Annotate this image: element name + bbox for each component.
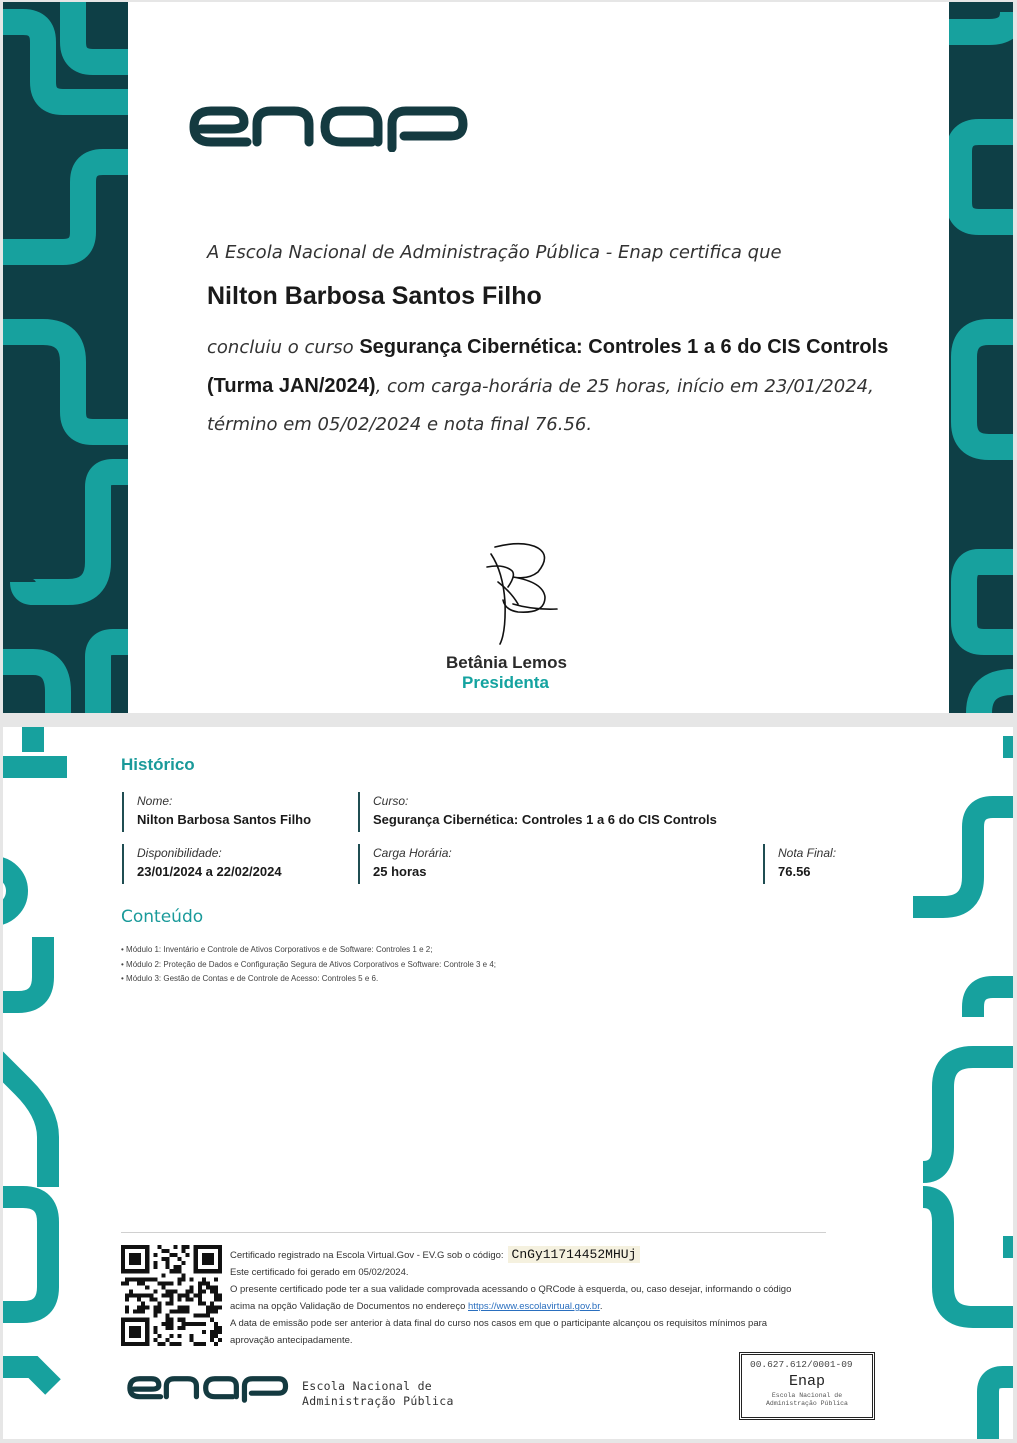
signatory-role: Presidenta — [462, 673, 549, 692]
school-name: Escola Nacional de Administração Pública — [302, 1379, 454, 1409]
certificate-history-page: Histórico Nome: Nilton Barbosa Santos Fi… — [3, 727, 1013, 1439]
registration-line: Certificado registrado na Escola Virtual… — [230, 1246, 810, 1264]
recipient-name: Nilton Barbosa Santos Filho — [207, 282, 542, 310]
history-title: Histórico — [121, 755, 195, 774]
name-label: Nome: — [137, 794, 173, 808]
stamp-line1: Escola Nacional de — [771, 1392, 843, 1399]
stamp-cnpj: 00.627.612/0001-09 — [750, 1359, 853, 1370]
workload-label: Carga Horária: — [373, 846, 452, 860]
signatory-name: Betânia Lemos — [446, 653, 567, 672]
footer-validation-text: Certificado registrado na Escola Virtual… — [230, 1246, 810, 1349]
left-decorative-band — [3, 2, 128, 713]
module-item: • Módulo 1: Inventário e Controle de Ati… — [121, 945, 433, 954]
grade-value: 76.56 — [778, 864, 811, 879]
availability-label: Disponibilidade: — [137, 846, 222, 860]
grade-field: Nota Final: 76.56 — [763, 844, 858, 884]
handwritten-signature-icon — [483, 542, 558, 652]
right-decorative-pattern — [913, 727, 1013, 1439]
stamp-line2: Administração Pública — [766, 1400, 848, 1407]
validity-paragraph: O presente certificado pode ter a sua va… — [230, 1281, 810, 1315]
enap-logo — [189, 102, 469, 152]
course-value: Segurança Cibernética: Controles 1 a 6 d… — [373, 812, 717, 827]
stamp-name: Enap — [788, 1373, 825, 1390]
footer-divider — [121, 1232, 826, 1233]
content-title: Conteúdo — [121, 907, 204, 927]
certificate-front-page: A Escola Nacional de Administração Públi… — [3, 2, 1013, 713]
availability-field: Disponibilidade: 23/01/2024 a 22/02/2024 — [122, 844, 337, 884]
validity-end: . — [599, 1301, 603, 1312]
course-prefix: concluiu o curso — [207, 337, 360, 358]
school-name-line1: Escola Nacional de — [302, 1379, 433, 1393]
qr-code-icon[interactable] — [121, 1245, 222, 1346]
module-item: • Módulo 3: Gestão de Contas e de Contro… — [121, 974, 379, 983]
course-label: Curso: — [373, 794, 409, 808]
certification-intro: A Escola Nacional de Administração Públi… — [207, 242, 782, 263]
generated-date: Este certificado foi gerado em 05/02/202… — [230, 1267, 409, 1278]
name-value: Nilton Barbosa Santos Filho — [137, 812, 312, 827]
workload-field: Carga Horária: 25 horas — [358, 844, 573, 884]
availability-value: 23/01/2024 a 22/02/2024 — [137, 864, 282, 879]
workload-value: 25 horas — [373, 864, 427, 879]
registration-text: Certificado registrado na Escola Virtual… — [230, 1250, 504, 1261]
right-decorative-band — [949, 2, 1013, 713]
escola-virtual-link[interactable]: https://www.escolavirtual.gov.br — [468, 1301, 600, 1312]
grade-label: Nota Final: — [778, 846, 837, 860]
course-statement: concluiu o curso Segurança Cibernética: … — [207, 328, 917, 444]
footer-enap-logo — [127, 1373, 289, 1403]
name-field: Nome: Nilton Barbosa Santos Filho — [122, 792, 337, 832]
school-name-line2: Administração Pública — [302, 1394, 454, 1408]
emission-note: A data de emissão pode ser anterior à da… — [230, 1318, 768, 1346]
course-field: Curso: Segurança Cibernética: Controles … — [358, 792, 793, 832]
module-item: • Módulo 2: Proteção de Dados e Configur… — [121, 959, 497, 969]
stamp-full-name: Escola Nacional de Administração Pública — [742, 1392, 872, 1408]
certificate-code: CnGy11714452MHUj — [507, 1246, 641, 1263]
module-list: • Módulo 1: Inventário e Controle de Ati… — [121, 943, 501, 987]
official-stamp: 00.627.612/0001-09 Enap Escola Nacional … — [739, 1352, 875, 1420]
left-decorative-pattern — [3, 727, 73, 1439]
